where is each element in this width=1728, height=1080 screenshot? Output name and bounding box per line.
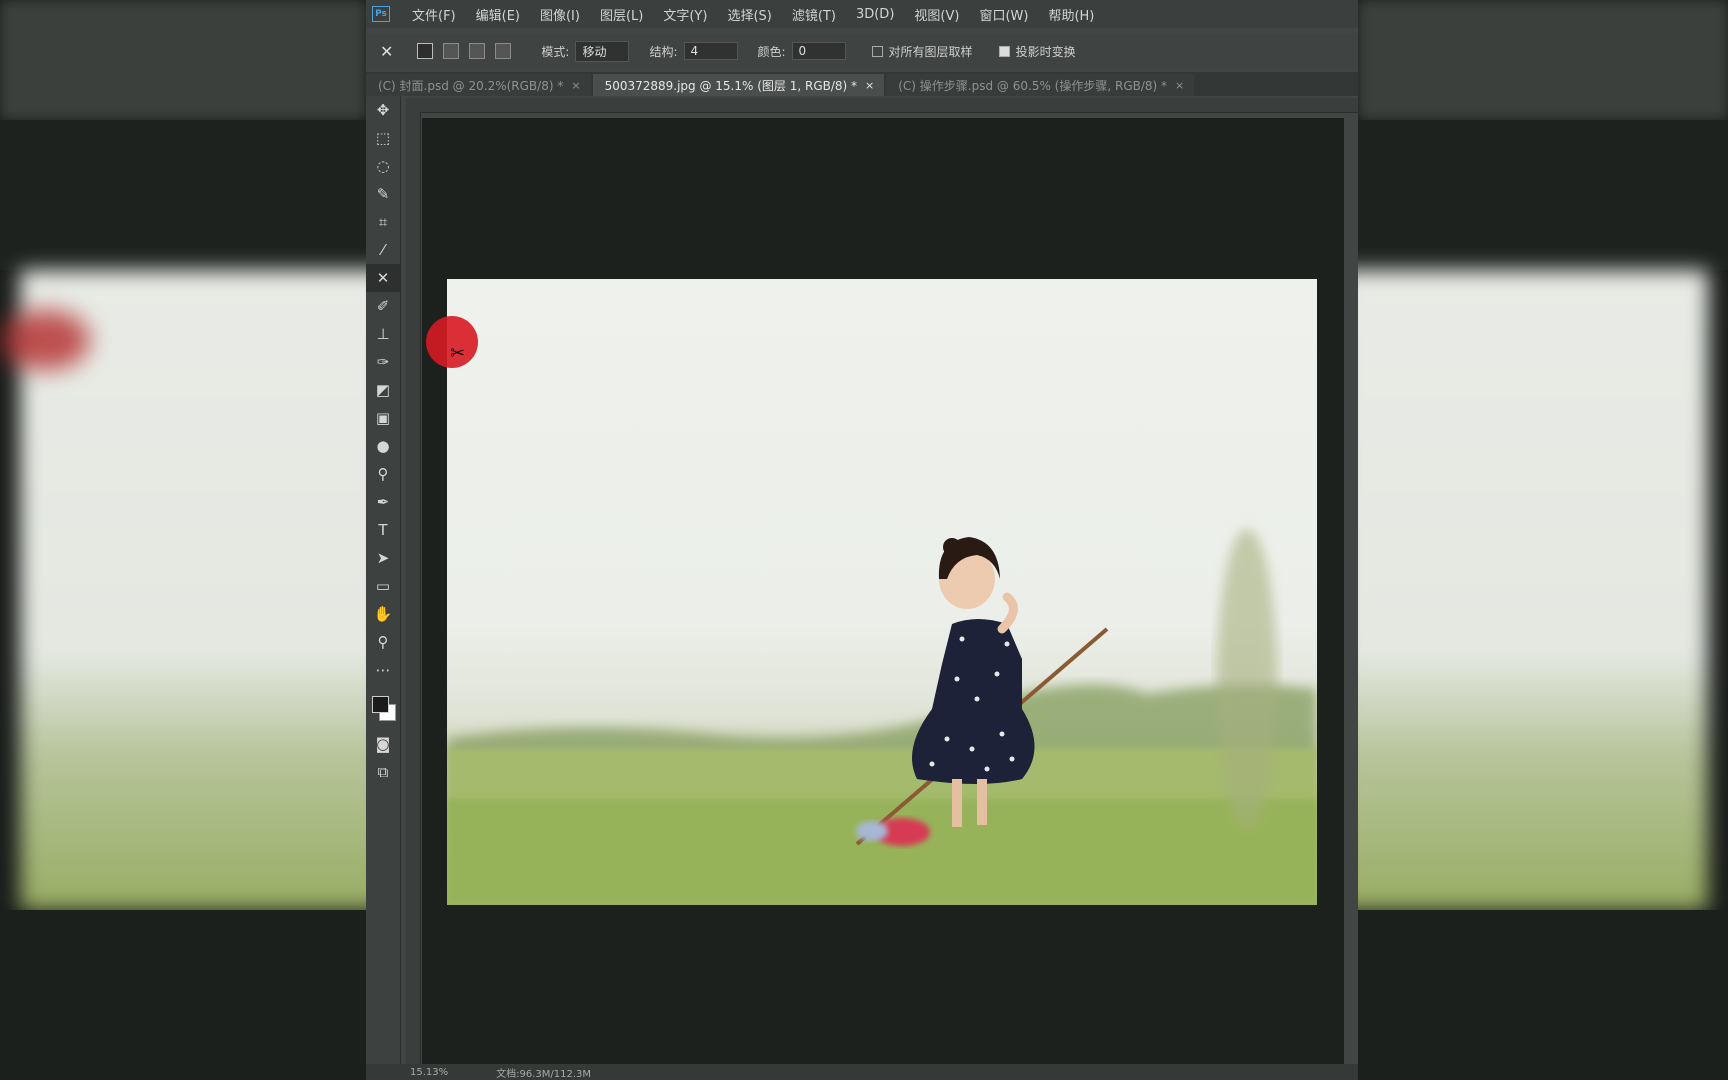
menu-bar: Ps 文件(F) 编辑(E) 图像(I) 图层(L) 文字(Y) 选择(S) 滤… [366,0,1358,28]
structure-label: 结构: [649,44,678,59]
blurred-backdrop-left [0,0,366,1080]
transform-on-drop-checkbox[interactable] [998,45,1010,57]
photo-content [447,529,1317,905]
vertical-ruler [406,112,421,1072]
history-brush-tool-icon[interactable]: ✑ [366,348,400,376]
brush-tool-icon[interactable]: ✐ [366,292,400,320]
close-icon[interactable]: × [1175,79,1184,92]
menu-filter[interactable]: 滤镜(T) [792,5,836,24]
menu-select[interactable]: 选择(S) [727,5,771,24]
menu-type[interactable]: 文字(Y) [663,5,707,24]
marquee-tool-icon[interactable]: ⬚ [366,124,400,152]
new-selection-button[interactable] [417,43,434,59]
gradient-tool-icon[interactable]: ▣ [366,404,400,432]
menu-window[interactable]: 窗口(W) [979,5,1028,24]
canvas-area[interactable] [422,118,1344,1064]
color-select[interactable]: 0 [791,42,846,60]
move-tool-icon[interactable]: ✥ [366,96,400,124]
close-icon[interactable]: × [865,79,874,92]
zoom-level[interactable]: 15.13% [410,1067,448,1078]
document-size: 文档:96.3M/112.3M [496,1068,592,1080]
photoshop-window: Ps 文件(F) 编辑(E) 图像(I) 图层(L) 文字(Y) 选择(S) 滤… [366,0,1358,1080]
add-to-selection-button[interactable] [443,43,460,59]
document-image[interactable] [447,279,1317,905]
tab-label: 500372889.jpg @ 15.1% (图层 1, RGB/8) * [604,78,858,93]
color-label: 颜色: [757,44,786,59]
content-aware-move-tool-icon[interactable]: ✕ [366,264,400,292]
transform-on-drop-label: 投影时变换 [1015,44,1076,59]
status-bar: 15.13% 文档:96.3M/112.3M [366,1064,1358,1080]
blurred-backdrop-right [1358,0,1728,1080]
color-swatches[interactable] [366,684,400,730]
menu-help[interactable]: 帮助(H) [1048,5,1094,24]
eraser-tool-icon[interactable]: ◩ [366,376,400,404]
path-selection-tool-icon[interactable]: ➤ [366,544,400,572]
foreground-color-swatch[interactable] [372,696,389,713]
mode-label: 模式: [541,44,570,59]
tab-steps-psd[interactable]: (C) 操作步骤.psd @ 60.5% (操作步骤, RGB/8) * × [886,74,1195,96]
menu-file[interactable]: 文件(F) [412,5,456,24]
document-tabs: (C) 封面.psd @ 20.2%(RGB/8) * × 500372889.… [366,72,1358,96]
zoom-tool-icon[interactable]: ⚲ [366,628,400,656]
sample-all-layers-label: 对所有图层取样 [888,44,973,59]
quick-mask-icon[interactable]: ◙ [366,730,400,758]
menu-view[interactable]: 视图(V) [914,5,959,24]
close-icon[interactable]: × [571,79,580,92]
rectangle-tool-icon[interactable]: ▭ [366,572,400,600]
subtract-from-selection-button[interactable] [469,43,486,59]
hand-tool-icon[interactable]: ✋ [366,600,400,628]
tools-panel: ✥ ⬚ ◌ ✎ ⌗ ⁄ ✕ ✐ ⊥ ✑ ◩ ▣ ● ⚲ ✒ T ➤ ▭ ✋ ⚲ … [366,96,401,1080]
more-tools-icon[interactable]: ⋯ [366,656,400,684]
photoshop-logo-icon: Ps [372,6,390,22]
menu-edit[interactable]: 编辑(E) [476,5,520,24]
menu-image[interactable]: 图像(I) [540,5,580,24]
lasso-tool-icon[interactable]: ◌ [366,152,400,180]
menu-3d[interactable]: 3D(D) [856,7,894,22]
tab-cover-psd[interactable]: (C) 封面.psd @ 20.2%(RGB/8) * × [366,74,591,96]
screen-mode-icon[interactable]: ⧉ [366,758,400,786]
tab-label: (C) 操作步骤.psd @ 60.5% (操作步骤, RGB/8) * [898,78,1168,93]
pen-tool-icon[interactable]: ✒ [366,488,400,516]
clone-stamp-tool-icon[interactable]: ⊥ [366,320,400,348]
type-tool-icon[interactable]: T [366,516,400,544]
content-aware-move-icon[interactable]: ✕ [380,42,393,61]
menu-layer[interactable]: 图层(L) [600,5,643,24]
horizontal-ruler [406,98,1358,113]
sample-all-layers-checkbox[interactable] [871,45,883,57]
mode-select[interactable]: 移动 [575,40,630,62]
content-aware-move-cursor-icon: ✂ [450,343,466,364]
intersect-selection-button[interactable] [495,43,512,59]
dodge-tool-icon[interactable]: ⚲ [366,460,400,488]
eyedropper-tool-icon[interactable]: ⁄ [366,236,400,264]
quick-selection-tool-icon[interactable]: ✎ [366,180,400,208]
blur-tool-icon[interactable]: ● [366,432,400,460]
crop-tool-icon[interactable]: ⌗ [366,208,400,236]
tab-label: (C) 封面.psd @ 20.2%(RGB/8) * [378,78,564,93]
tab-photo-jpg[interactable]: 500372889.jpg @ 15.1% (图层 1, RGB/8) * × [592,74,885,96]
structure-select[interactable]: 4 [683,42,738,60]
tool-options-bar: ✕ 模式: 移动 结构: 4 颜色: 0 对所有图层取样 投影时变换 [366,34,1358,68]
